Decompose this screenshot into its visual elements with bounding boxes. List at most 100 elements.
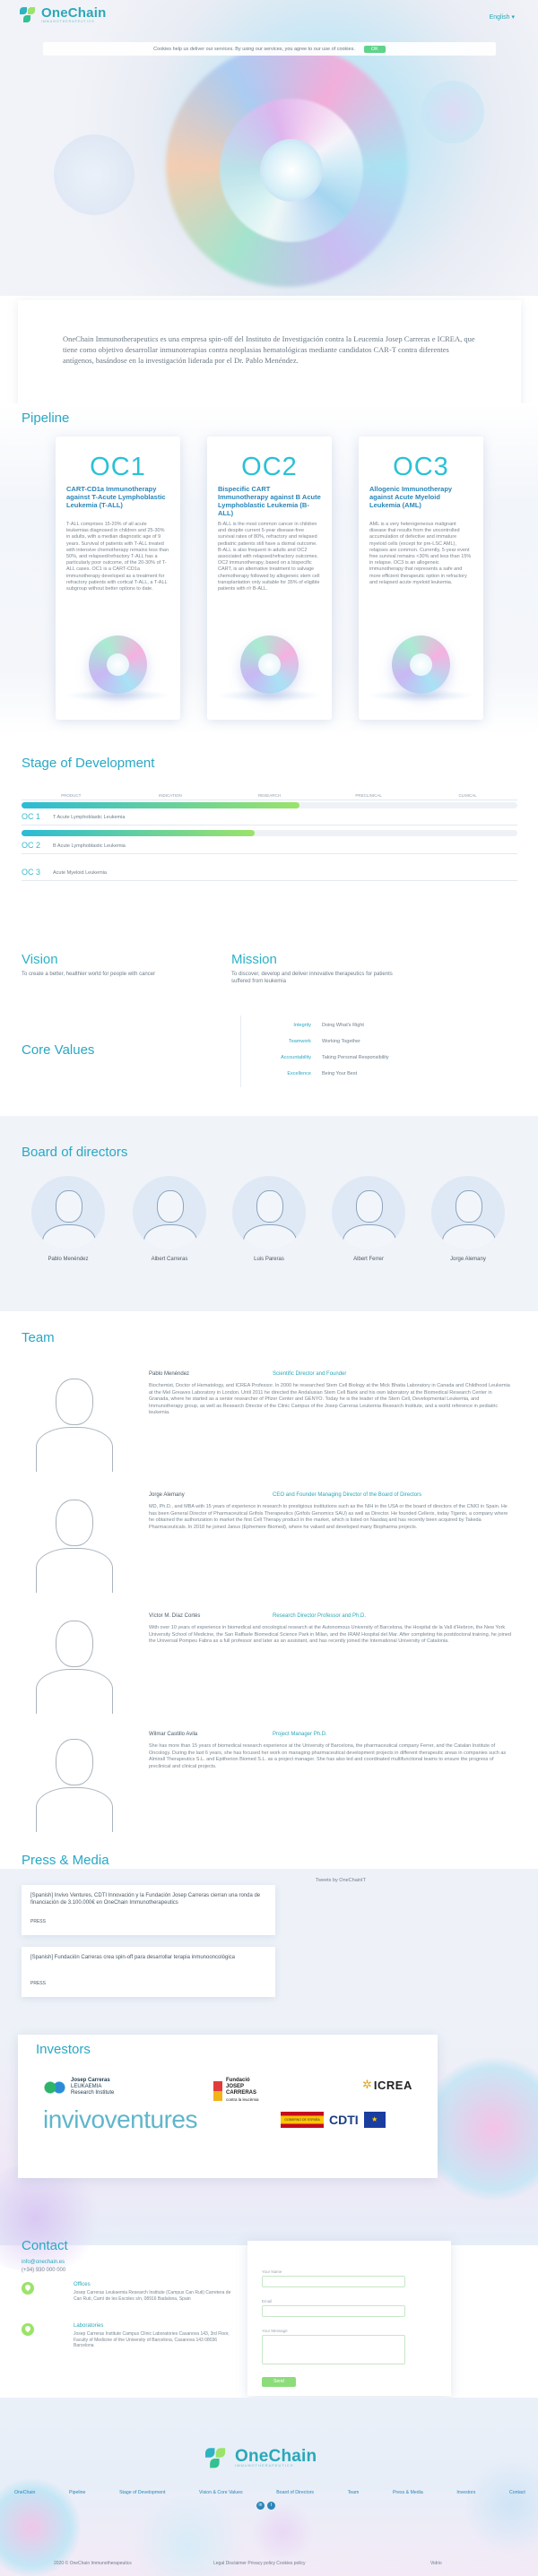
card-description: AML is a very heterogeneous malignant di… <box>369 522 472 585</box>
stage-bar-track <box>22 859 517 865</box>
press-tag: PRESS <box>30 1981 46 1986</box>
office-title: Offices <box>74 2282 91 2287</box>
twitter-feed-link[interactable]: Tweets by OneChainIT <box>316 1878 366 1883</box>
footer-nav-item[interactable]: Pipeline <box>69 2490 85 2495</box>
footer-nav-item[interactable]: Board of Directors <box>276 2490 314 2495</box>
logo-josep-carreras-institute[interactable]: Josep Carreras LEUKAEMIA Research Instit… <box>43 2078 114 2096</box>
team-bio: With over 10 years of experience in biom… <box>149 1625 512 1644</box>
footer-nav-item[interactable]: Team <box>348 2490 360 2495</box>
email-field[interactable] <box>262 2305 405 2317</box>
press-title: Press & Media <box>22 1853 109 1868</box>
avatar <box>232 1176 306 1249</box>
cookie-banner: Cookies help us deliver our services. By… <box>43 42 496 56</box>
footer-logo[interactable]: OneChain IMMUNOTHERAPEUTICS <box>205 2448 317 2468</box>
pipeline-card-oc3[interactable]: OC3 Allogenic Immunotherapy against Acut… <box>359 437 483 720</box>
avatar <box>133 1176 206 1249</box>
mission-text: To discover, develop and deliver innovat… <box>231 972 393 984</box>
investor-text: JOSEP <box>226 2084 245 2089</box>
logo-invivo-ventures[interactable]: invivoventures <box>43 2105 197 2134</box>
board-member[interactable]: Jorge Alemany <box>431 1176 505 1262</box>
site-logo[interactable]: OneChain IMMUNOTHERAPEUTICS <box>20 6 106 23</box>
message-field[interactable] <box>262 2335 405 2364</box>
twitter-icon[interactable]: t <box>267 2502 275 2510</box>
intro-text: OneChain Immunotherapeutics es una empre… <box>63 334 475 365</box>
stage-row-oc3: OC 3 Acute Myeloid Leukemia <box>22 868 107 877</box>
gobierno-espana-logo: GOBIERNO DE ESPAÑA <box>281 2112 324 2128</box>
name-field[interactable] <box>262 2276 405 2287</box>
member-name: Pablo Menéndez <box>48 1257 89 1262</box>
copyright: 2020 © OneChain Immunotherapeutics <box>54 2561 132 2566</box>
stage-label: Research <box>257 793 281 798</box>
press-tag: PRESS <box>30 1919 46 1924</box>
team-role: Scientific Director and Founder <box>273 1371 347 1377</box>
office-address: Josep Carreras Leukaemia Research Instit… <box>74 2290 231 2302</box>
legal-links[interactable]: Legal Disclaimer Privacy policy Cookies … <box>213 2561 306 2566</box>
footer-nav-item[interactable]: Press & Media <box>393 2490 423 2495</box>
pipeline-card-oc2[interactable]: OC2 Bispecific CART Immunotherapy agains… <box>207 437 332 720</box>
board-member[interactable]: Luis Pareras <box>232 1176 306 1262</box>
board-member[interactable]: Albert Ferrer <box>332 1176 405 1262</box>
press-item[interactable]: [Spanish] Invivo Ventures, CDTI Innovaci… <box>22 1885 275 1935</box>
stage-code: OC 2 <box>22 841 41 850</box>
stage-divider <box>22 880 517 881</box>
name-label: Your Name <box>262 2269 282 2274</box>
investor-text: CARRERAS <box>226 2090 257 2096</box>
language-selector[interactable]: English ▾ <box>490 13 515 21</box>
board-member[interactable]: Albert Carreras <box>133 1176 206 1262</box>
lab-title: Laboratories <box>74 2323 104 2329</box>
stage-label: Indication <box>159 793 182 798</box>
card-description: B-ALL is the most common cancer in child… <box>218 522 320 592</box>
logo-public-funders[interactable]: GOBIERNO DE ESPAÑA CDTI ★ <box>281 2112 386 2128</box>
board-member[interactable]: Pablo Menéndez <box>31 1176 105 1262</box>
linkedin-icon[interactable]: in <box>256 2502 265 2510</box>
team-role: CEO and Founder Managing Director of the… <box>273 1492 422 1498</box>
member-name: Luis Pareras <box>254 1257 284 1262</box>
press-headline: [Spanish] Invivo Ventures, CDTI Innovaci… <box>30 1893 261 1906</box>
value-text: Doing What's Right <box>322 1023 364 1028</box>
intro-box: OneChain Immunotherapeutics es una empre… <box>18 300 521 410</box>
footer-nav: OneChain Pipeline Stage of Development V… <box>14 2490 525 2495</box>
value-key: Accountability <box>281 1055 311 1060</box>
value-text: Taking Personal Responsibility <box>322 1055 389 1060</box>
team-member: Pablo Menéndez Scientific Director and F… <box>22 1371 517 1479</box>
board-title: Board of directors <box>22 1145 128 1160</box>
hero-orb-right <box>421 81 484 143</box>
location-pin-icon <box>22 2323 34 2336</box>
team-name: Wilmar Castillo Avila <box>149 1732 198 1737</box>
footer-nav-item[interactable]: Stage of Development <box>119 2490 165 2495</box>
footer-nav-item[interactable]: OneChain <box>14 2490 35 2495</box>
team-member: Víctor M. Díaz Cortés Research Director … <box>22 1613 517 1721</box>
stage-indication: T Acute Lymphoblastic Leukemia <box>53 814 126 820</box>
card-name: Allogenic Immunotherapy against Acute My… <box>369 485 453 509</box>
team-role: Project Manager Ph.D. <box>273 1732 327 1737</box>
team-name: Víctor M. Díaz Cortés <box>149 1613 201 1619</box>
footer-nav-item[interactable]: Vision & Core Values <box>199 2490 243 2495</box>
team-member: Wilmar Castillo Avila Project Manager Ph… <box>22 1732 517 1839</box>
investor-text: Research Institute <box>71 2090 115 2096</box>
vision-text: To create a better, healthier world for … <box>22 972 156 977</box>
cookie-accept-button[interactable]: OK <box>363 45 386 53</box>
stage-code: OC 1 <box>22 812 41 821</box>
orb-illustration-icon <box>392 635 450 694</box>
logo-fundacio-josep-carreras[interactable]: Fundació JOSEP CARRERAS contra la leucèm… <box>213 2078 259 2104</box>
footer-nav-item[interactable]: Investors <box>456 2490 475 2495</box>
member-name: Albert Ferrer <box>353 1257 384 1262</box>
message-label: Your Message <box>262 2329 288 2333</box>
footer-nav-item[interactable]: Contact <box>509 2490 525 2495</box>
vision-title: Vision <box>22 952 58 967</box>
logo-icrea[interactable]: ✲ ICREA <box>362 2078 412 2092</box>
social-links: in t <box>256 2502 275 2510</box>
stage-row-oc2: OC 2 B Acute Lymphoblastic Leukemia <box>22 841 126 850</box>
team-name: Jorge Alemany <box>149 1492 185 1498</box>
team-bio: MD, Ph.D., and MBA with 15 years of expe… <box>149 1504 508 1530</box>
avatar <box>31 1176 105 1249</box>
location-pin-icon <box>22 2282 34 2295</box>
team-bio: Biochemist, Doctor of Hematology, and IC… <box>149 1383 510 1415</box>
contact-title: Contact <box>22 2238 68 2253</box>
press-item[interactable]: [Spanish] Fundación Carreras crea spin-o… <box>22 1947 275 1997</box>
send-button[interactable]: Send <box>262 2377 296 2387</box>
stage-label: Product <box>61 793 82 798</box>
member-name: Albert Carreras <box>151 1257 188 1262</box>
pipeline-card-oc1[interactable]: OC1 CART-CD1a Immunotherapy against T-Ac… <box>56 437 180 720</box>
contact-email-link[interactable]: info@onechain.es <box>22 2260 65 2265</box>
